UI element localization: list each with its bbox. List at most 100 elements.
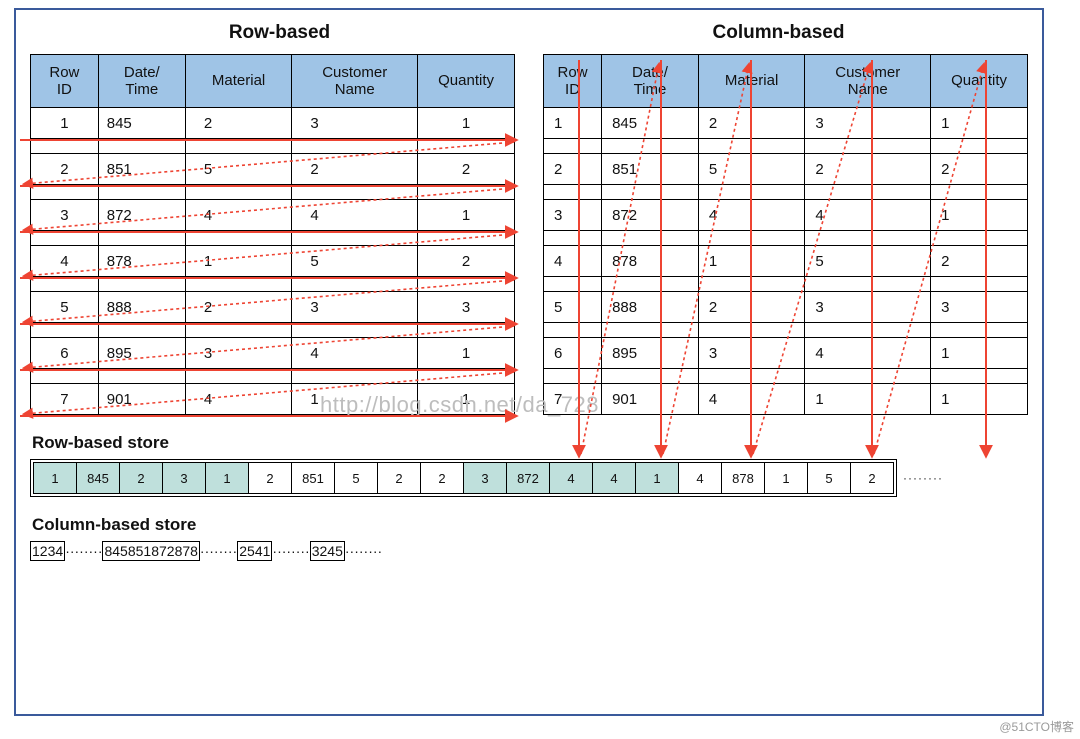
table-row: 3872441 xyxy=(544,200,1028,231)
cell: 2 xyxy=(698,108,804,139)
cell: 1 xyxy=(544,108,602,139)
gap-cell xyxy=(805,139,931,154)
gap-cell xyxy=(805,277,931,292)
gap-cell xyxy=(31,139,99,154)
cell: 1 xyxy=(292,384,418,415)
store-cell: 4 xyxy=(255,543,263,559)
store-group: 1234 xyxy=(30,541,65,561)
watermark: @51CTO博客 xyxy=(999,718,1074,735)
col-store-strip: 1234········845851872878········2541····… xyxy=(30,541,1028,561)
store-cell: 851 xyxy=(291,462,335,494)
col-based-table-wrap: Row ID Date/ Time Material Customer Name… xyxy=(543,54,1028,415)
col-header: Quantity xyxy=(931,55,1028,108)
cell: 1 xyxy=(418,384,515,415)
row-store-label: Row-based store xyxy=(32,433,1028,453)
cell: 6 xyxy=(544,338,602,369)
cell: 2 xyxy=(931,246,1028,277)
store-cell: 4 xyxy=(592,462,636,494)
gap-cell xyxy=(31,185,99,200)
store-cell: 851 xyxy=(128,543,151,559)
table-row: 6895341 xyxy=(31,338,515,369)
gap-cell xyxy=(31,231,99,246)
gap-cell xyxy=(602,277,699,292)
gap-cell xyxy=(602,231,699,246)
cell: 5 xyxy=(698,154,804,185)
gap-cell xyxy=(602,323,699,338)
cell: 2 xyxy=(698,292,804,323)
cell: 3 xyxy=(544,200,602,231)
store-cell: 2 xyxy=(40,543,48,559)
cell: 4 xyxy=(698,200,804,231)
gap-cell xyxy=(931,231,1028,246)
cell: 845 xyxy=(602,108,699,139)
gap-cell xyxy=(544,231,602,246)
cell: 3 xyxy=(292,108,418,139)
gap-cell xyxy=(98,323,185,338)
ellipsis: ········ xyxy=(272,543,309,559)
gap-cell xyxy=(292,185,418,200)
store-cell: 5 xyxy=(334,462,378,494)
store-cell: 1 xyxy=(33,462,77,494)
table-row: 4878152 xyxy=(31,246,515,277)
store-group: 845851872878 xyxy=(102,541,199,561)
table-row: 1845231 xyxy=(544,108,1028,139)
cell: 6 xyxy=(31,338,99,369)
ellipsis: ········ xyxy=(897,471,949,485)
cell: 878 xyxy=(602,246,699,277)
cell: 1 xyxy=(31,108,99,139)
cell: 4 xyxy=(698,384,804,415)
gap-cell xyxy=(805,185,931,200)
store-cell: 878 xyxy=(721,462,765,494)
table-row: 2851522 xyxy=(544,154,1028,185)
cell: 872 xyxy=(602,200,699,231)
gap-cell xyxy=(292,139,418,154)
row-store-cells: 1845231285152238724414878152 xyxy=(30,459,897,497)
gap-cell xyxy=(31,277,99,292)
cell: 895 xyxy=(602,338,699,369)
cell: 1 xyxy=(418,108,515,139)
gap-cell xyxy=(185,323,291,338)
cell: 845 xyxy=(98,108,185,139)
store-cell: 3 xyxy=(463,462,507,494)
gap-cell xyxy=(418,277,515,292)
store-group: 3245 xyxy=(310,541,345,561)
gap-cell xyxy=(931,277,1028,292)
gap-cell xyxy=(98,277,185,292)
gap-cell xyxy=(98,139,185,154)
col-header: Row ID xyxy=(31,55,99,108)
cell: 3 xyxy=(185,338,291,369)
table-row: 7901411 xyxy=(31,384,515,415)
table-row: 5888233 xyxy=(31,292,515,323)
gap-cell xyxy=(698,185,804,200)
cell: 3 xyxy=(418,292,515,323)
gap-cell xyxy=(805,369,931,384)
gap-cell xyxy=(292,277,418,292)
store-cell: 4 xyxy=(55,543,63,559)
gap-cell xyxy=(185,139,291,154)
tables-container: Row ID Date/ Time Material Customer Name… xyxy=(30,54,1028,415)
store-cell: 878 xyxy=(175,543,198,559)
store-cell: 3 xyxy=(312,543,320,559)
gap-cell xyxy=(602,139,699,154)
cell: 895 xyxy=(98,338,185,369)
col-header: Customer Name xyxy=(805,55,931,108)
row-store-strip: 1845231285152238724414878152 ········ xyxy=(30,459,1028,497)
gap-cell xyxy=(185,185,291,200)
gap-cell xyxy=(805,231,931,246)
gap-cell xyxy=(292,231,418,246)
gap-cell xyxy=(931,139,1028,154)
col-header: Material xyxy=(698,55,804,108)
cell: 1 xyxy=(931,108,1028,139)
cell: 851 xyxy=(602,154,699,185)
cell: 2 xyxy=(805,154,931,185)
cell: 4 xyxy=(292,200,418,231)
store-cell: 4 xyxy=(678,462,722,494)
table-row: 4878152 xyxy=(544,246,1028,277)
cell: 5 xyxy=(544,292,602,323)
store-cell: 5 xyxy=(335,543,343,559)
store-cell: 2 xyxy=(320,543,328,559)
title-row-based: Row-based xyxy=(30,20,529,54)
gap-cell xyxy=(185,277,291,292)
cell: 4 xyxy=(805,200,931,231)
col-header: Quantity xyxy=(418,55,515,108)
